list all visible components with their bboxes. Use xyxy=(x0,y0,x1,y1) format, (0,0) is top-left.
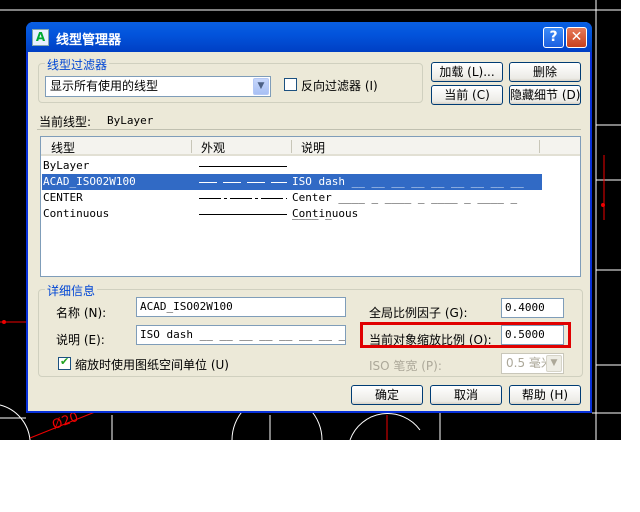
appearance-solid xyxy=(199,166,287,167)
column-header-description[interactable]: 说明 xyxy=(301,139,325,156)
help-button[interactable]: 帮助 (H) xyxy=(509,385,581,405)
details-group-label: 详细信息 xyxy=(45,282,98,299)
linetype-row-continuous[interactable]: Continuous Continuous xyxy=(42,206,542,222)
appearance-dashed xyxy=(199,182,287,183)
description-label: 说明 (E): xyxy=(56,333,105,347)
column-header-linetype[interactable]: 线型 xyxy=(51,139,75,156)
row-name: ACAD_ISO02W100 xyxy=(43,175,136,188)
title-bar[interactable]: A 线型管理器 ? ✕ xyxy=(26,22,592,52)
linetype-list[interactable]: 线型 外观 说明 ByLayer ACAD_ISO02W100 ISO dash… xyxy=(40,136,581,277)
linetype-row-acad-iso02w100[interactable]: ACAD_ISO02W100 ISO dash __ __ __ __ __ _… xyxy=(42,174,542,204)
description-field[interactable]: ISO dash __ __ __ __ __ __ __ __ __ __ xyxy=(136,325,346,345)
iso-pen-width-select: 0.5 毫米 ▼ xyxy=(501,353,564,374)
close-icon[interactable]: ✕ xyxy=(566,27,587,48)
appearance-solid xyxy=(199,214,287,215)
current-button[interactable]: 当前 (C) xyxy=(431,85,503,105)
linetype-filter-select[interactable]: 显示所有使用的线型 ▼ xyxy=(45,76,271,97)
linetype-row-center[interactable]: CENTER Center ____ _ ____ _ ____ _ ____ … xyxy=(42,190,542,220)
name-field[interactable]: ACAD_ISO02W100 xyxy=(136,297,346,317)
row-name: ByLayer xyxy=(43,159,90,172)
help-icon[interactable]: ? xyxy=(543,27,564,48)
filter-select-value: 显示所有使用的线型 xyxy=(50,79,159,93)
name-label: 名称 (N): xyxy=(56,306,107,320)
chevron-down-icon: ▼ xyxy=(546,355,562,372)
row-name: CENTER xyxy=(43,191,83,204)
load-button[interactable]: 加载 (L)... xyxy=(431,62,503,82)
app-icon: A xyxy=(32,29,49,46)
ok-button[interactable]: 确定 xyxy=(351,385,423,405)
invert-filter-checkbox[interactable] xyxy=(284,78,297,91)
row-description: Continuous xyxy=(292,207,359,220)
chevron-down-icon[interactable]: ▼ xyxy=(253,78,269,95)
column-separator[interactable] xyxy=(291,140,292,153)
current-linetype-label: 当前线型: xyxy=(39,115,92,129)
row-name: Continuous xyxy=(43,207,110,220)
global-scale-field[interactable]: 0.4000 xyxy=(501,298,564,318)
highlight-annotation-box xyxy=(360,322,571,348)
linetype-filter-group: 线型过滤器 显示所有使用的线型 ▼ 反向过滤器 (I) xyxy=(38,56,423,103)
column-header-appearance[interactable]: 外观 xyxy=(201,139,225,156)
list-header: 线型 外观 说明 xyxy=(41,137,580,156)
paper-space-units-checkbox[interactable] xyxy=(58,355,71,370)
filter-group-label: 线型过滤器 xyxy=(45,56,110,73)
delete-button[interactable]: 删除 xyxy=(509,62,581,82)
column-separator[interactable] xyxy=(191,140,192,153)
linetype-row-bylayer[interactable]: ByLayer xyxy=(42,158,542,174)
hide-details-button[interactable]: 隐藏细节 (D) xyxy=(509,85,581,105)
paper-space-units-label: 缩放时使用图纸空间单位 (U) xyxy=(75,358,229,372)
cancel-button[interactable]: 取消 xyxy=(430,385,502,405)
appearance-center xyxy=(199,198,287,199)
iso-pen-width-label: ISO 笔宽 (P): xyxy=(369,359,442,373)
dialog-title: 线型管理器 xyxy=(56,33,122,48)
current-linetype-bar: 当前线型: ByLayer xyxy=(37,111,581,130)
linetype-manager-dialog: A 线型管理器 ? ✕ 线型过滤器 显示所有使用的线型 ▼ 反向过滤器 (I) … xyxy=(26,22,592,413)
current-linetype-value: ByLayer xyxy=(107,114,154,127)
invert-filter-label: 反向过滤器 (I) xyxy=(301,79,378,93)
global-scale-label: 全局比例因子 (G): xyxy=(369,306,468,320)
column-separator[interactable] xyxy=(539,140,540,153)
